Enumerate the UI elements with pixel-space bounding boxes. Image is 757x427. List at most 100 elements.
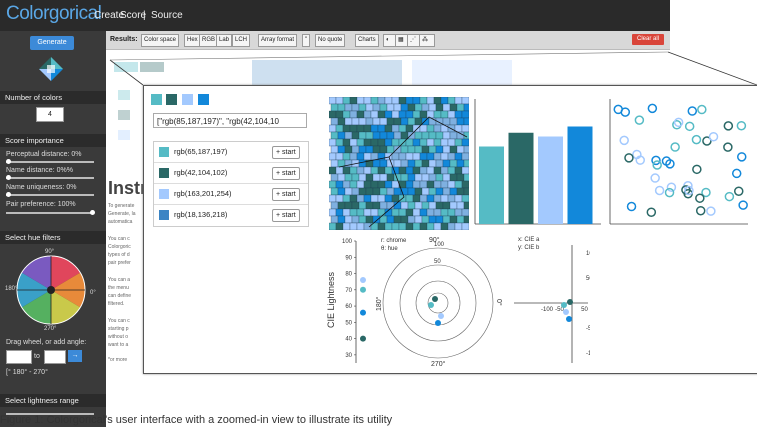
map-region — [426, 194, 435, 203]
map-region — [393, 215, 402, 224]
map-region — [384, 194, 393, 203]
map-region — [342, 110, 351, 119]
start-button[interactable]: + start — [272, 146, 300, 159]
map-region — [372, 215, 381, 224]
lab-ytick-label: 100 — [586, 251, 590, 257]
map-region — [386, 201, 395, 210]
bar — [567, 126, 593, 224]
lab-xtick-label: 50 — [581, 307, 588, 313]
map-region — [398, 97, 407, 105]
scatter-chart — [609, 99, 748, 225]
map-region — [433, 166, 442, 175]
map-region — [414, 201, 423, 210]
map-region — [400, 131, 409, 140]
map-region — [337, 187, 346, 196]
map-region — [463, 145, 469, 154]
map-region — [398, 124, 407, 133]
map-region — [379, 201, 388, 210]
start-button[interactable]: + start — [272, 188, 300, 201]
map-region — [342, 138, 351, 147]
map-region — [463, 201, 469, 210]
palette-code-box[interactable]: ["rgb(85,187,197)", "rgb(42,104,10 — [153, 113, 307, 128]
map-region — [407, 187, 416, 196]
map-region — [419, 152, 428, 161]
map-region — [358, 159, 367, 168]
map-region — [335, 194, 344, 203]
map-region — [330, 159, 339, 168]
map-region — [377, 222, 386, 230]
map-region — [442, 187, 451, 196]
map-region — [435, 145, 444, 154]
palette-swatch — [166, 94, 177, 105]
scatter-point — [736, 120, 747, 131]
map-region — [412, 208, 421, 217]
map-region — [342, 194, 351, 203]
map-region — [365, 145, 374, 154]
map-region — [351, 131, 360, 140]
map-region — [351, 117, 360, 126]
map-region — [370, 180, 379, 189]
map-region — [449, 215, 458, 224]
map-region — [344, 215, 353, 224]
map-region — [363, 152, 372, 161]
map-region — [379, 117, 388, 126]
bar — [479, 146, 504, 224]
map-region — [358, 103, 367, 112]
map-region — [398, 208, 407, 217]
start-button[interactable]: + start — [272, 167, 300, 180]
map-region — [379, 131, 388, 140]
map-region — [442, 117, 451, 126]
map-region — [454, 222, 463, 230]
scatter-point — [646, 207, 657, 217]
lightness-point — [360, 309, 366, 316]
map-region — [449, 117, 458, 126]
lab-xtick-label: -100 — [541, 307, 554, 313]
map-region — [349, 194, 358, 203]
start-button[interactable]: + start — [272, 209, 300, 222]
map-region — [419, 194, 428, 203]
map-region — [414, 117, 423, 126]
map-region — [454, 180, 463, 189]
map-region — [447, 180, 456, 189]
map-region — [358, 187, 367, 196]
choropleth-map — [329, 97, 469, 230]
map-region — [461, 110, 469, 119]
lab-point — [567, 299, 573, 305]
map-region — [356, 166, 365, 175]
map-region — [414, 187, 423, 196]
map-region — [405, 180, 414, 189]
polar-plot: r: chrome θ: hue 90° 270° 180° 0° 10050 — [375, 236, 503, 368]
map-region — [349, 180, 358, 189]
map-region — [377, 208, 386, 217]
map-region — [391, 180, 400, 189]
map-region — [426, 180, 435, 189]
map-region — [447, 138, 456, 147]
map-region — [412, 194, 421, 203]
color-swatch — [159, 210, 169, 220]
map-region — [358, 201, 367, 210]
map-region — [330, 131, 339, 140]
map-region — [456, 117, 465, 126]
map-region — [356, 110, 365, 119]
map-region — [419, 138, 428, 147]
lab-point — [563, 309, 569, 315]
scatter-point — [650, 173, 660, 183]
map-region — [379, 187, 388, 196]
map-region — [330, 103, 339, 112]
map-region — [405, 124, 414, 133]
map-region — [337, 131, 346, 140]
map-region — [393, 145, 402, 154]
map-region — [370, 194, 379, 203]
map-region — [405, 152, 414, 161]
map-region — [426, 97, 435, 105]
map-region — [370, 110, 379, 119]
map-region — [386, 187, 395, 196]
map-region — [405, 138, 414, 147]
map-region — [412, 124, 421, 133]
lab-ytick-label: -100 — [586, 351, 590, 357]
map-region — [440, 166, 449, 175]
map-region — [335, 110, 344, 119]
map-region — [435, 131, 444, 140]
map-region — [454, 194, 463, 203]
map-region — [428, 103, 437, 112]
